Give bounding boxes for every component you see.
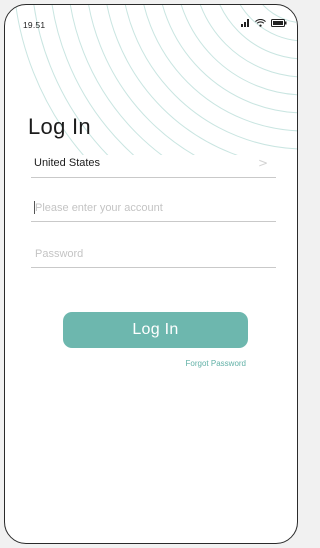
region-selector[interactable]: United States > [31, 153, 276, 178]
signal-icon [241, 19, 249, 27]
account-field-row [31, 197, 276, 222]
phone-frame: 19.51 Log In United States > Please ente… [4, 4, 298, 544]
forgot-password-link[interactable]: Forgot Password [186, 359, 246, 368]
password-input[interactable] [33, 246, 271, 262]
status-icons [241, 19, 287, 27]
status-bar: 19.51 [5, 5, 297, 35]
region-label: United States [34, 157, 101, 169]
password-field-row [31, 243, 276, 268]
chevron-right-icon: > [257, 156, 268, 170]
account-input[interactable] [33, 200, 271, 216]
login-button[interactable]: Log In [63, 312, 248, 348]
status-time: 19.51 [23, 20, 46, 30]
page-title: Log In [28, 114, 91, 139]
wifi-icon [255, 19, 266, 27]
battery-icon [271, 19, 287, 27]
